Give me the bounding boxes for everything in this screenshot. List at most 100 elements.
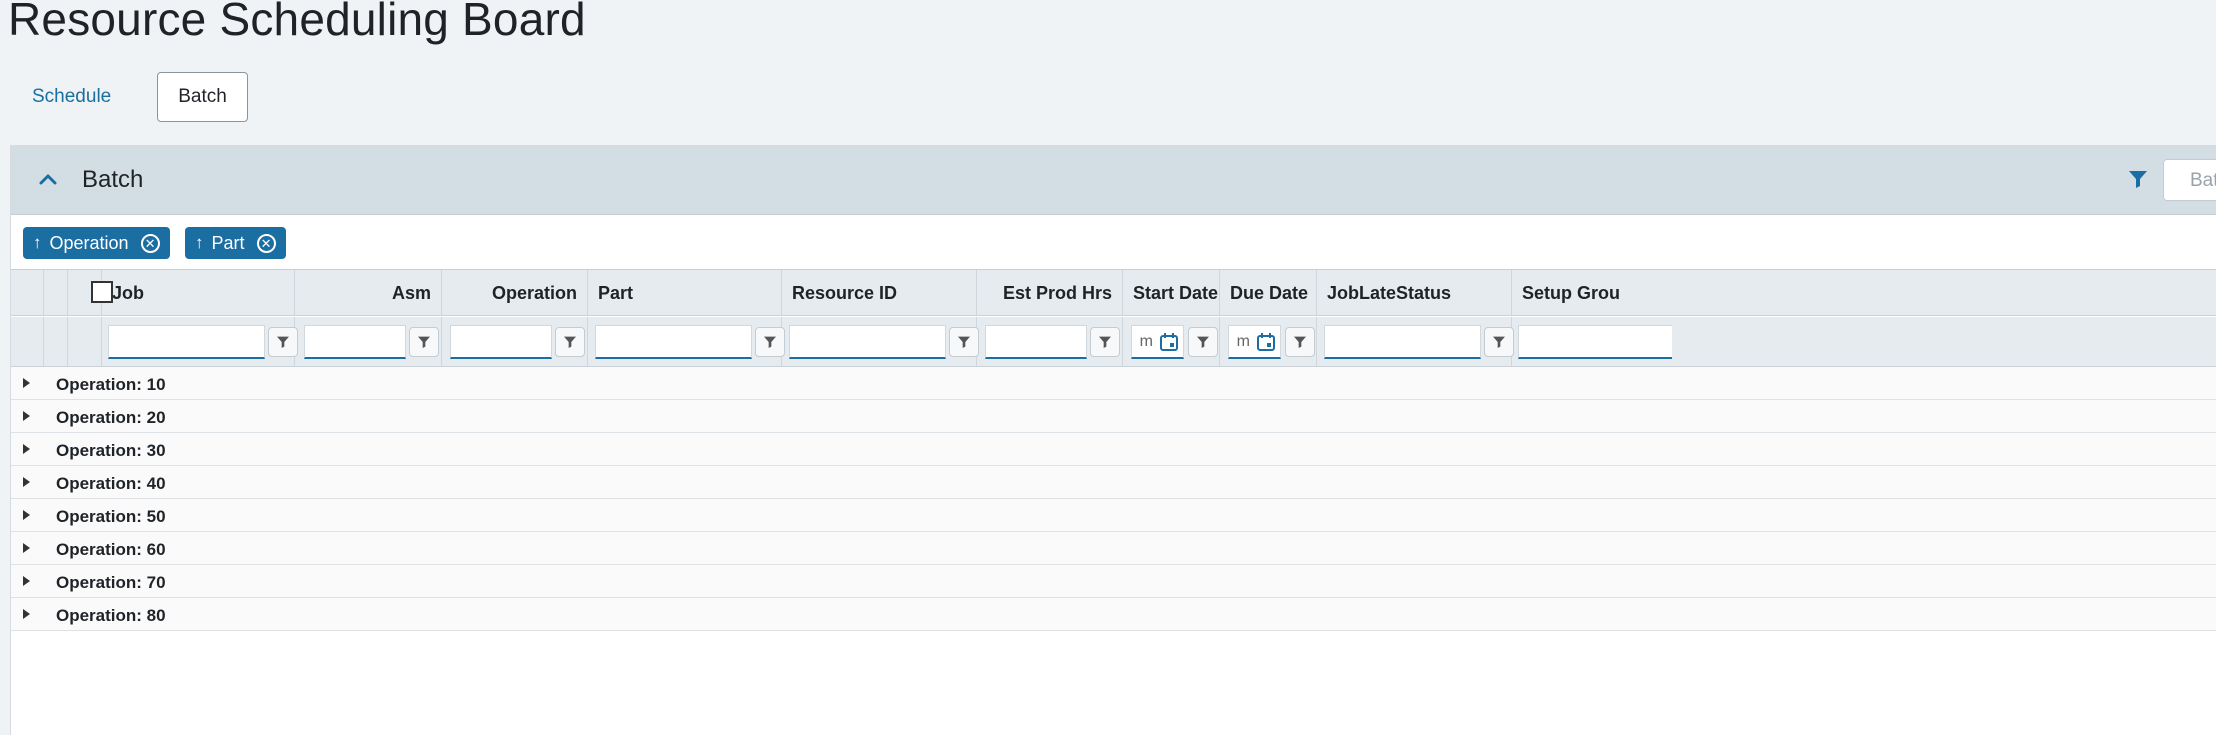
group-label: Operation: 10 <box>56 375 166 394</box>
tab-schedule[interactable]: Schedule <box>32 86 111 108</box>
filter-cell-job-late-status <box>1317 317 1514 366</box>
filter-button-resource-id[interactable] <box>949 327 979 357</box>
filter-spacer <box>11 317 44 366</box>
group-label: Operation: 70 <box>56 573 166 592</box>
filter-icon <box>564 336 576 348</box>
filter-date-due[interactable]: m <box>1228 325 1281 359</box>
panel-title: Batch <box>82 166 144 193</box>
filter-cell-part <box>588 317 785 366</box>
filter-button-est-prod-hrs[interactable] <box>1090 327 1120 357</box>
group-row[interactable]: Operation: 70 <box>11 565 2216 598</box>
expand-caret-icon[interactable] <box>23 510 30 520</box>
group-row[interactable]: Operation: 10 <box>11 367 2216 400</box>
sort-ascending-icon: ↑ <box>33 233 42 252</box>
group-chip-label: Operation <box>49 232 129 253</box>
filter-icon <box>1197 336 1209 348</box>
expand-caret-icon[interactable] <box>23 543 30 553</box>
panel-search-input[interactable]: Bat <box>2163 159 2216 201</box>
filter-row: m m <box>11 317 2216 367</box>
filter-input-job[interactable] <box>108 325 265 359</box>
group-label: Operation: 80 <box>56 606 166 625</box>
filter-icon <box>1294 336 1306 348</box>
remove-chip-icon[interactable]: ✕ <box>256 233 276 253</box>
column-header-start-date[interactable]: Start Date <box>1123 270 1220 316</box>
filter-icon[interactable] <box>2126 167 2150 191</box>
header-spacer <box>11 270 44 316</box>
filter-button-due-date[interactable] <box>1285 327 1315 357</box>
calendar-icon[interactable] <box>1159 332 1179 352</box>
column-header-job-late-status[interactable]: JobLateStatus <box>1317 270 1512 316</box>
group-label: Operation: 60 <box>56 540 166 559</box>
expand-caret-icon[interactable] <box>23 444 30 454</box>
filter-cell-resource-id <box>782 317 979 366</box>
filter-icon <box>1099 336 1111 348</box>
filter-icon <box>277 336 289 348</box>
select-all-checkbox[interactable] <box>91 281 113 303</box>
filter-button-operation[interactable] <box>555 327 585 357</box>
tab-batch[interactable]: Batch <box>157 72 248 122</box>
chevron-up-icon[interactable] <box>35 167 61 193</box>
filter-input-setup-group[interactable] <box>1518 325 1672 359</box>
expand-caret-icon[interactable] <box>23 609 30 619</box>
calendar-icon[interactable] <box>1256 332 1276 352</box>
batch-panel: Batch Bat ↑ Operation ✕ ↑ Part ✕ Job Asm… <box>10 145 2216 735</box>
group-by-bar: ↑ Operation ✕ ↑ Part ✕ <box>11 215 2216 265</box>
filter-input-operation[interactable] <box>450 325 552 359</box>
column-header-due-date[interactable]: Due Date <box>1220 270 1317 316</box>
grid-header: Job Asm Operation Part Resource ID Est P… <box>11 269 2216 316</box>
column-header-operation[interactable]: Operation <box>442 270 588 316</box>
filter-cell-operation <box>442 317 588 366</box>
group-row[interactable]: Operation: 30 <box>11 433 2216 466</box>
header-spacer <box>44 270 68 316</box>
group-row[interactable]: Operation: 50 <box>11 499 2216 532</box>
filter-date-start[interactable]: m <box>1131 325 1184 359</box>
filter-button-start-date[interactable] <box>1188 327 1218 357</box>
group-row[interactable]: Operation: 60 <box>11 532 2216 565</box>
filter-cell-job <box>102 317 298 366</box>
expand-caret-icon[interactable] <box>23 378 30 388</box>
group-chip-label: Part <box>211 232 245 253</box>
filter-input-est-prod-hrs[interactable] <box>985 325 1087 359</box>
date-placeholder: m <box>1139 332 1153 350</box>
column-header-part[interactable]: Part <box>588 270 782 316</box>
column-header-asm[interactable]: Asm <box>295 270 442 316</box>
expand-caret-icon[interactable] <box>23 477 30 487</box>
date-placeholder: m <box>1236 332 1250 350</box>
page-title: Resource Scheduling Board <box>8 0 586 45</box>
column-header-setup-group[interactable]: Setup Grou <box>1512 270 1672 316</box>
group-label: Operation: 50 <box>56 507 166 526</box>
column-header-est-prod-hrs[interactable]: Est Prod Hrs <box>977 270 1123 316</box>
column-header-job[interactable]: Job <box>102 270 295 316</box>
group-row[interactable]: Operation: 40 <box>11 466 2216 499</box>
filter-cell-start-date: m <box>1123 317 1220 366</box>
expand-caret-icon[interactable] <box>23 411 30 421</box>
column-header-resource-id[interactable]: Resource ID <box>782 270 977 316</box>
sort-ascending-icon: ↑ <box>195 233 204 252</box>
filter-button-job[interactable] <box>268 327 298 357</box>
filter-cell-due-date: m <box>1220 317 1317 366</box>
filter-button-job-late-status[interactable] <box>1484 327 1514 357</box>
filter-input-part[interactable] <box>595 325 752 359</box>
filter-cell-asm <box>295 317 442 366</box>
filter-icon <box>764 336 776 348</box>
remove-chip-icon[interactable]: ✕ <box>140 233 160 253</box>
group-label: Operation: 40 <box>56 474 166 493</box>
filter-spacer <box>68 317 102 366</box>
group-rows: Operation: 10 Operation: 20 Operation: 3… <box>11 367 2216 631</box>
filter-spacer <box>44 317 68 366</box>
filter-button-part[interactable] <box>755 327 785 357</box>
filter-icon <box>958 336 970 348</box>
group-row[interactable]: Operation: 80 <box>11 598 2216 631</box>
expand-caret-icon[interactable] <box>23 576 30 586</box>
filter-icon <box>1493 336 1505 348</box>
filter-button-asm[interactable] <box>409 327 439 357</box>
filter-input-resource-id[interactable] <box>789 325 946 359</box>
group-chip-part[interactable]: ↑ Part ✕ <box>185 227 286 259</box>
group-row[interactable]: Operation: 20 <box>11 400 2216 433</box>
filter-input-job-late-status[interactable] <box>1324 325 1481 359</box>
group-chip-operation[interactable]: ↑ Operation ✕ <box>23 227 170 259</box>
filter-cell-setup-group <box>1512 317 1672 366</box>
filter-cell-est-prod-hrs <box>977 317 1123 366</box>
filter-input-asm[interactable] <box>304 325 406 359</box>
group-label: Operation: 30 <box>56 441 166 460</box>
